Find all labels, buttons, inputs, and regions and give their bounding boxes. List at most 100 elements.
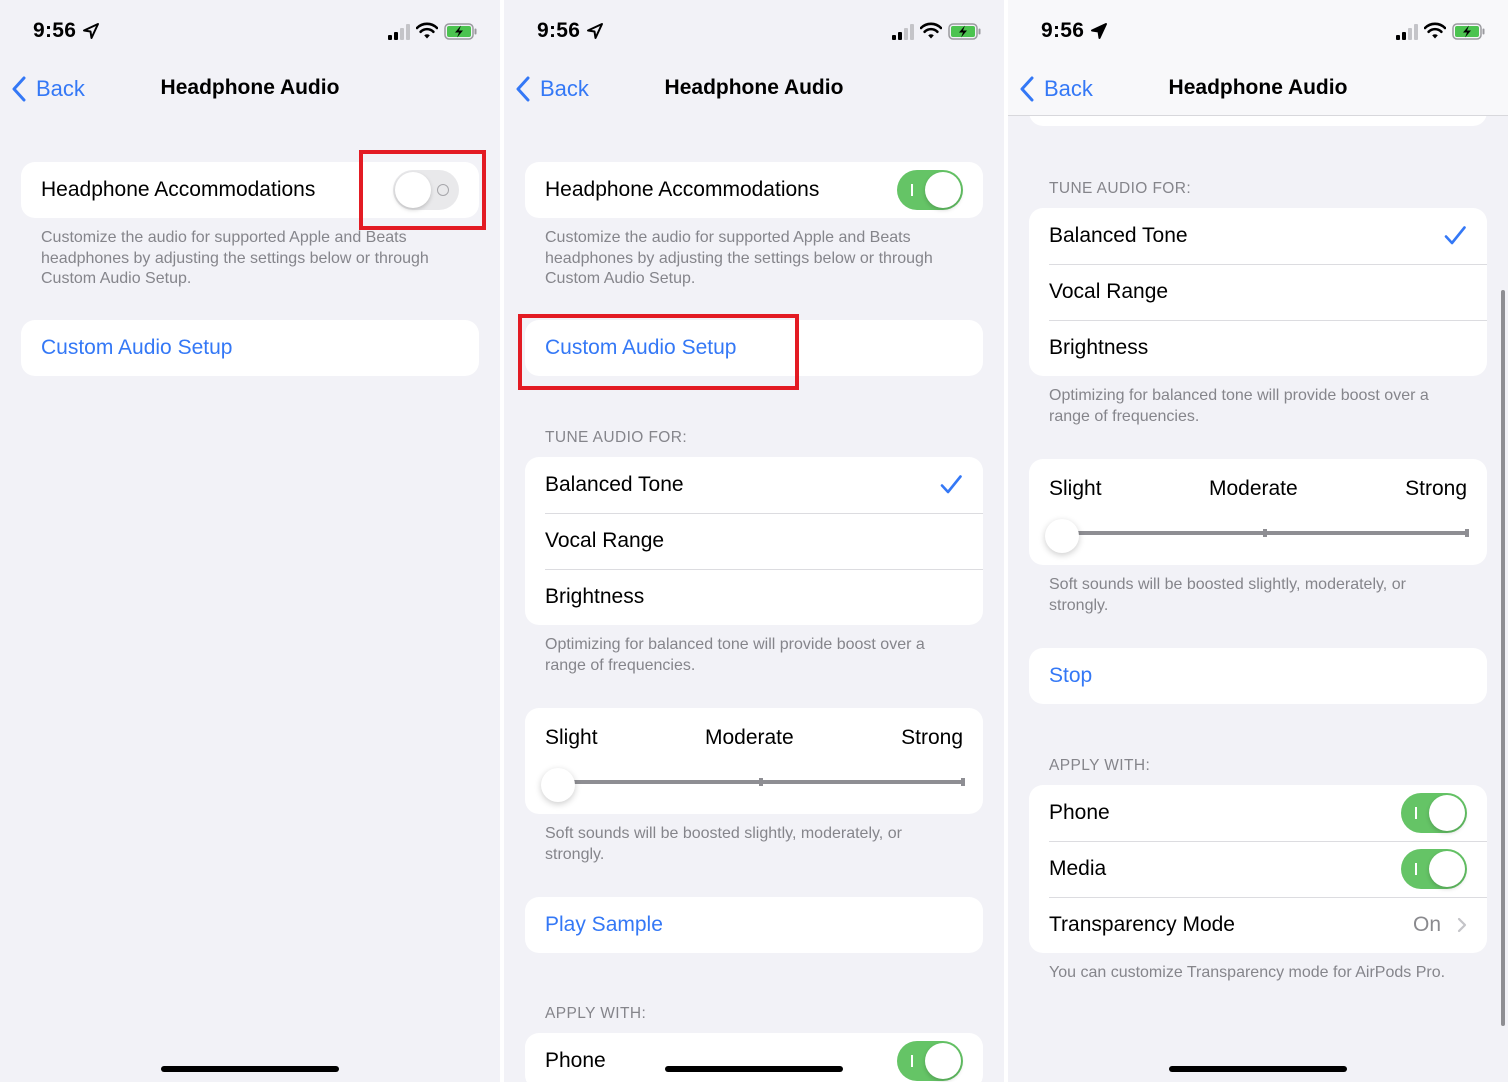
headphone-accommodations-row: Headphone Accommodations <box>21 162 479 218</box>
slider-track[interactable] <box>1062 529 1469 537</box>
home-indicator <box>665 1066 843 1072</box>
toggle-knob <box>395 172 431 208</box>
slider-label-strong: Strong <box>901 726 963 749</box>
tune-option-label: Balanced Tone <box>1049 224 1188 247</box>
wifi-icon <box>920 22 942 39</box>
apply-with-media-row: Media <box>1029 841 1487 897</box>
navigation-bar: Back Headphone Audio <box>0 62 500 116</box>
tune-audio-header: TUNE AUDIO FOR: <box>545 429 688 446</box>
screen-scrolled-settings: 9:56 Back Headphone Audio TUNE AUDIO FOR… <box>1008 0 1508 1082</box>
tune-option-vocal-range[interactable]: Vocal Range <box>1029 264 1487 320</box>
tune-option-label: Brightness <box>1049 336 1149 359</box>
boost-slider-footer: Soft sounds will be boosted slightly, mo… <box>545 825 902 863</box>
location-arrow-icon <box>1091 23 1107 39</box>
checkmark-icon <box>1444 226 1466 245</box>
location-arrow-icon <box>587 23 603 39</box>
tune-option-brightness[interactable]: Brightness <box>1029 320 1487 376</box>
battery-charging-icon <box>1452 23 1485 40</box>
slider-thumb[interactable] <box>541 768 575 802</box>
slider-tick-strong <box>1465 529 1469 537</box>
tune-audio-card: Balanced Tone Vocal Range Brightness <box>525 457 983 625</box>
home-indicator <box>1169 1066 1347 1072</box>
custom-audio-setup-card: Custom Audio Setup <box>525 320 983 376</box>
custom-audio-setup-button[interactable]: Custom Audio Setup <box>21 320 479 376</box>
status-time: 9:56 <box>537 19 581 42</box>
headphone-accommodations-toggle[interactable] <box>393 170 459 210</box>
boost-slider-footer: Soft sounds will be boosted slightly, mo… <box>1049 576 1406 614</box>
slider-tick-strong <box>961 778 965 786</box>
headphone-accommodations-toggle[interactable] <box>897 170 963 210</box>
tune-option-label: Brightness <box>545 585 645 608</box>
slider-labels: Slight Moderate Strong <box>525 726 983 750</box>
status-bar: 9:56 <box>504 0 1004 62</box>
transparency-mode-label: Transparency Mode <box>1049 913 1235 936</box>
apply-with-card: Phone <box>525 1033 983 1082</box>
navigation-bar: 9:56 Back Headphone Audio <box>1008 0 1508 116</box>
slider-labels: Slight Moderate Strong <box>1029 477 1487 501</box>
battery-charging-icon <box>444 23 477 40</box>
slider-label-slight: Slight <box>545 726 598 749</box>
toggle-knob <box>1429 795 1465 831</box>
toggle-knob <box>1429 851 1465 887</box>
cellular-signal-icon <box>388 24 410 40</box>
apply-with-phone-row: Phone <box>525 1033 983 1082</box>
apply-with-card: Phone Media Transparency Mode On <box>1029 785 1487 953</box>
play-sample-card: Play Sample <box>525 897 983 953</box>
status-bar: 9:56 <box>0 0 500 62</box>
play-sample-button[interactable]: Play Sample <box>525 897 983 953</box>
slider-thumb[interactable] <box>1045 519 1079 553</box>
tune-option-label: Vocal Range <box>545 529 665 552</box>
transparency-mode-value: On <box>1412 913 1441 936</box>
stop-card: Stop <box>1029 648 1487 704</box>
location-arrow-icon <box>83 23 99 39</box>
custom-audio-setup-button[interactable]: Custom Audio Setup <box>525 320 983 376</box>
battery-charging-icon <box>948 23 981 40</box>
status-time: 9:56 <box>33 19 77 42</box>
apply-with-header: APPLY WITH: <box>545 1005 647 1022</box>
tune-option-vocal-range[interactable]: Vocal Range <box>525 513 983 569</box>
tune-audio-footer: Optimizing for balanced tone will provid… <box>1049 387 1429 425</box>
toggle-on-indicator <box>1415 807 1417 819</box>
cellular-signal-icon <box>892 24 914 40</box>
slider-tick-moderate <box>758 778 763 786</box>
apply-with-header: APPLY WITH: <box>1049 757 1151 774</box>
toggle-on-indicator <box>1415 863 1417 875</box>
toggle-off-indicator <box>437 184 449 196</box>
slider-tick-moderate <box>1262 529 1267 537</box>
transparency-mode-row[interactable]: Transparency Mode On <box>1029 897 1487 953</box>
cellular-signal-icon <box>1396 24 1418 40</box>
tune-option-balanced-tone[interactable]: Balanced Tone <box>1029 208 1487 264</box>
stop-button[interactable]: Stop <box>1029 648 1487 704</box>
page-title: Headphone Audio <box>160 76 340 99</box>
slider-label-moderate: Moderate <box>1208 477 1298 500</box>
slider-label-strong: Strong <box>1405 477 1467 500</box>
checkmark-icon <box>940 475 962 494</box>
apply-with-phone-toggle[interactable] <box>897 1041 963 1081</box>
status-bar: 9:56 <box>1008 0 1508 62</box>
transparency-footer: You can customize Transparency mode for … <box>1049 964 1446 981</box>
headphone-accommodations-row: Headphone Accommodations <box>525 162 983 218</box>
page-title: Headphone Audio <box>1168 76 1348 99</box>
tune-option-balanced-tone[interactable]: Balanced Tone <box>525 457 983 513</box>
apply-with-phone-toggle[interactable] <box>1401 793 1467 833</box>
tune-audio-card: Balanced Tone Vocal Range Brightness <box>1029 208 1487 376</box>
apply-with-media-toggle[interactable] <box>1401 849 1467 889</box>
wifi-icon <box>416 22 438 39</box>
chevron-right-icon <box>1457 917 1467 933</box>
toggle-on-indicator <box>911 184 913 196</box>
status-time: 9:56 <box>1041 19 1085 42</box>
tune-audio-header: TUNE AUDIO FOR: <box>1049 180 1192 197</box>
toggle-knob <box>925 1043 961 1079</box>
boost-slider-card: Slight Moderate Strong <box>1029 459 1487 565</box>
toggle-on-indicator <box>911 1055 913 1067</box>
scrollbar[interactable] <box>1501 290 1505 1026</box>
slider-track[interactable] <box>558 778 965 786</box>
page-title: Headphone Audio <box>664 76 844 99</box>
tune-audio-footer: Optimizing for balanced tone will provid… <box>545 636 925 674</box>
wifi-icon <box>1424 22 1446 39</box>
home-indicator <box>161 1066 339 1072</box>
headphone-accommodations-card: Headphone Accommodations <box>21 162 479 218</box>
screen-accommodations-off: 9:56 Back Headphone Audio Headphone Acco… <box>0 0 500 1082</box>
navigation-bar: Back Headphone Audio <box>504 62 1004 116</box>
tune-option-brightness[interactable]: Brightness <box>525 569 983 625</box>
